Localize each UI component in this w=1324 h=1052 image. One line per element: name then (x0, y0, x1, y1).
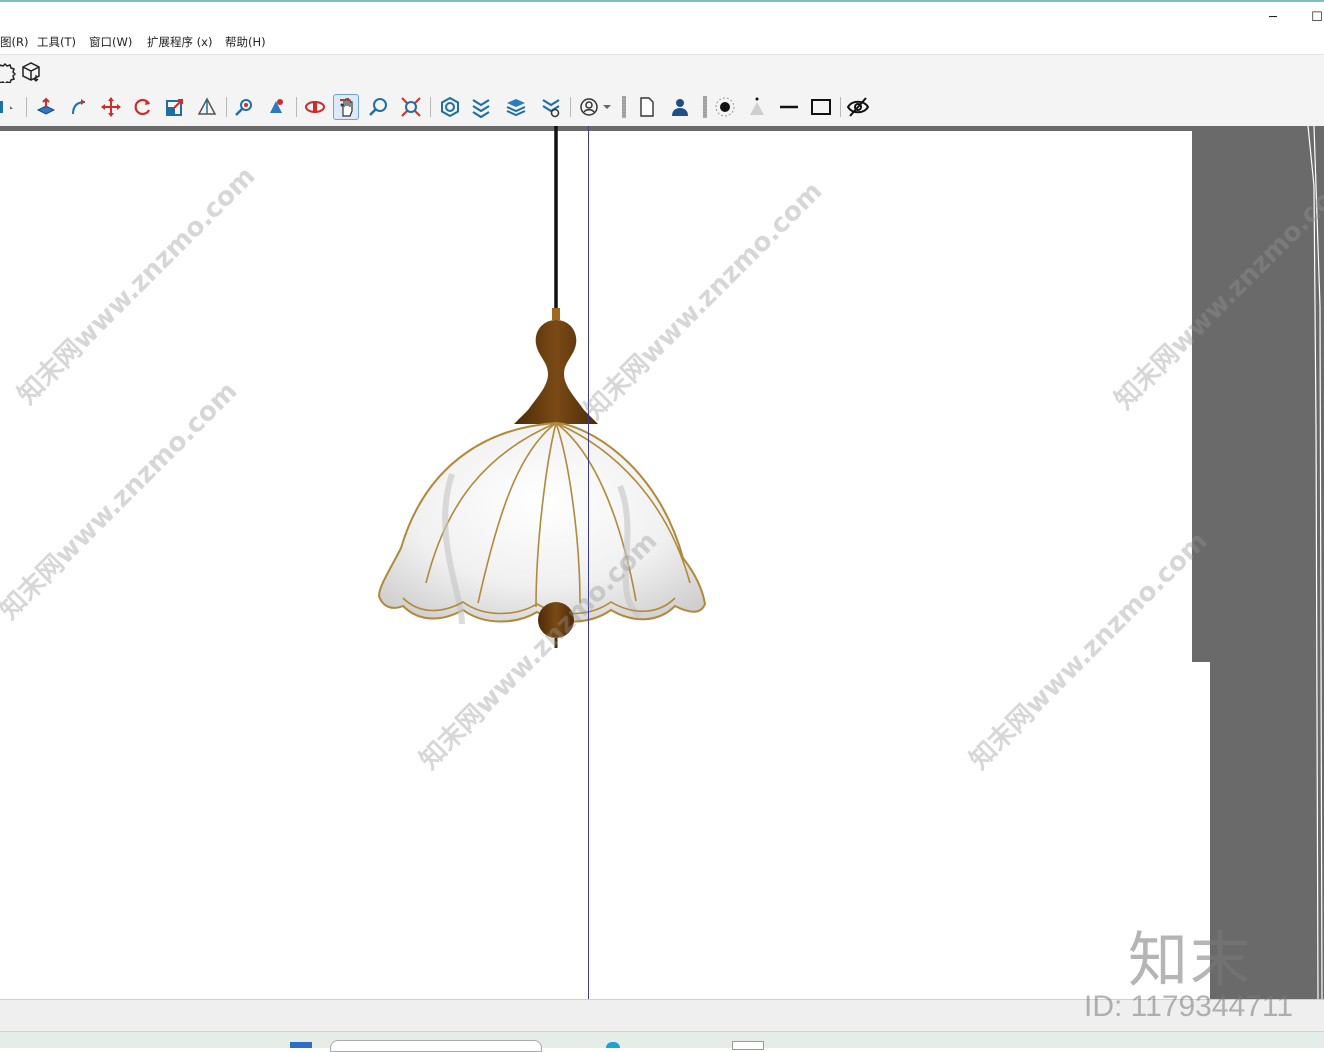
pan-hand-icon[interactable] (333, 94, 359, 120)
document-icon[interactable] (634, 94, 660, 120)
hide-icon[interactable] (845, 94, 871, 120)
taskbar-search-input[interactable] (330, 1040, 542, 1052)
app-window-icon[interactable] (732, 1041, 764, 1050)
cone-icon[interactable] (744, 94, 770, 120)
paint-bucket-icon[interactable] (0, 94, 20, 120)
extension-warehouse-icon[interactable] (538, 94, 564, 120)
minimize-button[interactable]: ─ (1258, 6, 1288, 28)
windows-start-icon[interactable] (290, 1042, 312, 1048)
walk-icon[interactable] (302, 94, 328, 120)
extension-icon[interactable] (468, 94, 494, 120)
look-around-icon[interactable] (263, 94, 289, 120)
menu-window[interactable]: 窗口(W) (89, 34, 132, 50)
scale-icon[interactable] (162, 94, 188, 120)
push-pull-icon[interactable] (33, 94, 59, 120)
wireframe-edge (1307, 126, 1323, 999)
separator (430, 97, 431, 117)
toolbar-grip[interactable] (622, 96, 626, 118)
orbit-icon[interactable] (231, 94, 257, 120)
menu-extensions[interactable]: 扩展程序 (x) (147, 34, 212, 50)
zoom-extents-icon[interactable] (398, 94, 424, 120)
separator (570, 97, 571, 117)
component-box-icon[interactable] (18, 59, 44, 85)
menu-view[interactable]: 图(R) (0, 34, 28, 50)
separator (26, 97, 27, 117)
line-icon[interactable] (776, 94, 802, 120)
taskbar (0, 1031, 1324, 1052)
rotate-icon[interactable] (130, 94, 156, 120)
axis-line (588, 126, 589, 999)
browser-icon[interactable] (606, 1042, 620, 1048)
brand-logo: 知末 (1128, 926, 1252, 996)
separator (296, 97, 297, 117)
move-icon[interactable] (98, 94, 124, 120)
maximize-button[interactable]: ☐ (1302, 6, 1324, 28)
toolbar-grip[interactable] (703, 96, 707, 118)
rectangle-icon[interactable] (808, 94, 834, 120)
point-icon[interactable] (712, 94, 738, 120)
drawing-viewport[interactable] (0, 126, 1324, 999)
zoom-icon[interactable] (366, 94, 392, 120)
toolbar-main (0, 88, 1324, 127)
user-icon[interactable] (666, 94, 692, 120)
menu-bar: 图(R) 工具(T) 窗口(W) 扩展程序 (x) 帮助(H) (0, 30, 1324, 52)
profile-icon[interactable] (576, 94, 602, 120)
chevron-down-icon[interactable] (600, 94, 614, 120)
menu-tools[interactable]: 工具(T) (37, 34, 76, 50)
image-id-label: ID: 1179344711 (1084, 990, 1294, 1023)
warehouse-icon[interactable] (437, 94, 463, 120)
toolbar-top (0, 54, 1324, 89)
settings-icon[interactable] (0, 59, 18, 85)
separator (840, 97, 841, 117)
tape-measure-icon[interactable] (194, 94, 220, 120)
menu-help[interactable]: 帮助(H) (225, 34, 266, 50)
pendant-lamp-model[interactable] (370, 126, 740, 656)
follow-me-icon[interactable] (66, 94, 92, 120)
title-bar: ─ ☐ (0, 0, 1324, 30)
separator (226, 97, 227, 117)
layers-icon[interactable] (503, 94, 529, 120)
